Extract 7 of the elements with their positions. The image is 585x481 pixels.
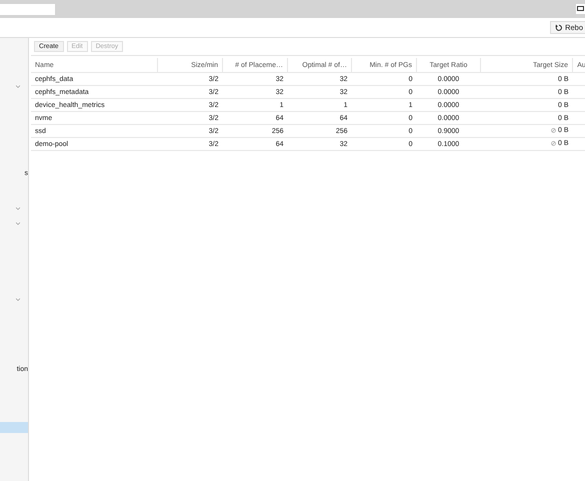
chevron-icon[interactable]	[16, 222, 20, 225]
chevron-icon[interactable]	[16, 85, 20, 88]
chevron-icon[interactable]	[16, 298, 20, 301]
search-field[interactable]	[0, 4, 55, 14]
reload-icon	[555, 24, 562, 31]
chevron-icon[interactable]	[16, 207, 20, 210]
monitor-icon[interactable]	[576, 4, 585, 14]
